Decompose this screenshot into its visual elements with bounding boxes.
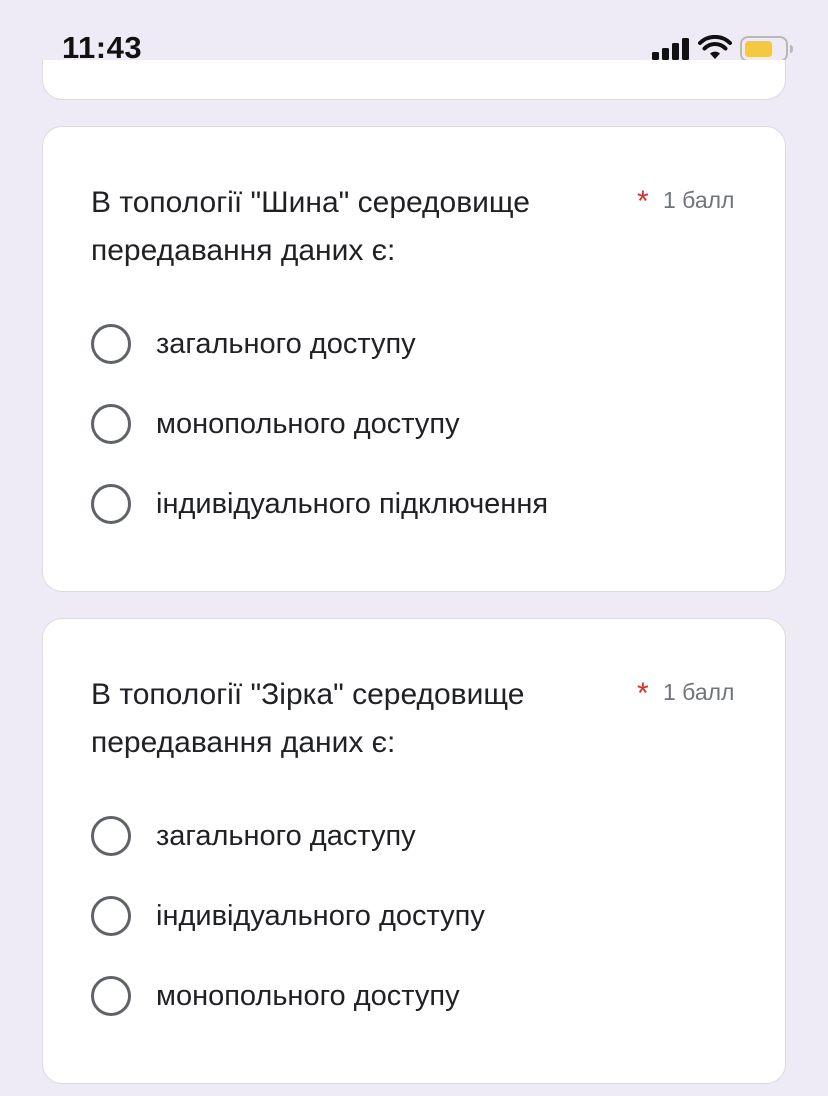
radio-option[interactable]: загального даступу bbox=[91, 814, 731, 858]
question-card: В топології "Шина" середовище передаванн… bbox=[42, 126, 786, 592]
points-label: 1 балл bbox=[663, 679, 735, 705]
radio-button[interactable] bbox=[91, 816, 131, 856]
question-text: В топології "Шина" середовище передаванн… bbox=[91, 186, 530, 267]
radio-button[interactable] bbox=[91, 324, 131, 364]
points-label: 1 балл bbox=[663, 187, 735, 213]
signal-icon bbox=[652, 38, 689, 60]
radio-option[interactable]: індивідуального доступу bbox=[91, 894, 731, 938]
radio-option[interactable]: монопольного доступу bbox=[91, 974, 731, 1018]
radio-option[interactable]: монопольного доступу bbox=[91, 402, 731, 446]
required-asterisk: * bbox=[637, 185, 649, 218]
option-label: монопольного доступу bbox=[156, 979, 460, 1012]
required-asterisk: * bbox=[637, 677, 649, 710]
option-label: загального доступу bbox=[156, 327, 416, 360]
radio-option[interactable]: загального доступу bbox=[91, 322, 731, 366]
previous-card-edge bbox=[42, 60, 786, 100]
option-label: загального даступу bbox=[156, 819, 416, 852]
radio-button[interactable] bbox=[91, 484, 131, 524]
option-label: індивідуального доступу bbox=[156, 899, 485, 932]
radio-option[interactable]: індивідуального підключення bbox=[91, 482, 731, 526]
radio-button[interactable] bbox=[91, 896, 131, 936]
battery-icon bbox=[740, 36, 793, 62]
question-card: В топології "Зірка" середовище передаван… bbox=[42, 618, 786, 1084]
radio-button[interactable] bbox=[91, 976, 131, 1016]
option-label: монопольного доступу bbox=[156, 407, 460, 440]
option-label: індивідуального підключення bbox=[156, 487, 549, 520]
radio-button[interactable] bbox=[91, 404, 131, 444]
wifi-icon bbox=[698, 35, 732, 59]
question-text: В топології "Зірка" середовище передаван… bbox=[91, 678, 525, 759]
